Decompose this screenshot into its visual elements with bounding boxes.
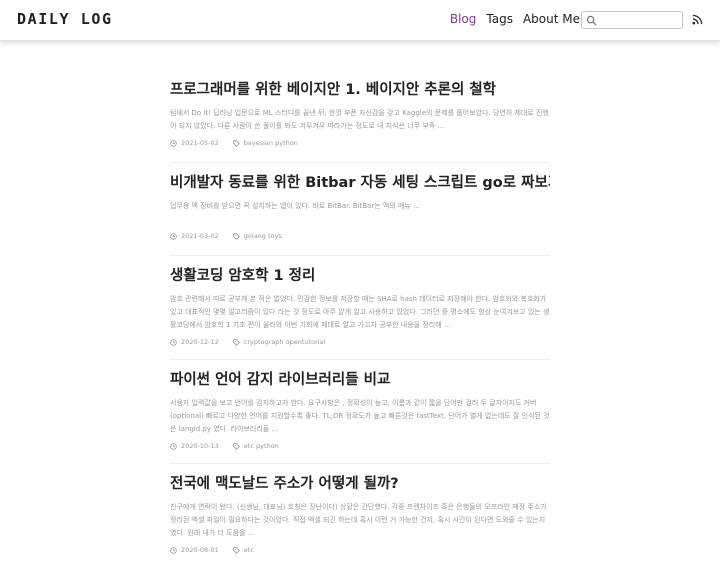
clock-icon [170, 232, 177, 240]
nav-about-me[interactable]: About Me [523, 12, 580, 26]
post-list: 프로그래머를 위한 베이지안 1. 베이지안 추론의 철학 텀에서 Do it!… [170, 70, 550, 584]
post-date: 2021-03-02 [181, 232, 219, 240]
rss-icon[interactable] [692, 14, 703, 25]
post-meta: 2020-08-01 etc [170, 546, 550, 554]
clock-icon [170, 442, 177, 450]
tag-icon [233, 338, 240, 346]
clock-icon [170, 338, 177, 346]
post-title[interactable]: 생활코딩 암호학 1 정리 [170, 266, 550, 286]
post-tags[interactable]: cryptograph opentutorial [244, 338, 326, 346]
post-summary: 서용자 입력값을 보고 언어를 감지하고자 한다. 요구사항은 , 정확성이 높… [170, 399, 550, 433]
post-summary: 업무용 맥 장비를 받으면 꼭 설치하는 앱이 있다. 바로 BitBar. B… [170, 202, 420, 210]
post-summary: 암호 관련해서 따로 공부해 본 적은 없었다. 민감한 정보를 저장할 때는 … [170, 295, 550, 329]
post-date: 2021-05-02 [181, 139, 219, 147]
post-title[interactable]: 프로그래머를 위한 베이지안 1. 베이지안 추론의 철학 [170, 80, 550, 100]
main-nav: Blog Tags About Me [450, 12, 580, 26]
search-box[interactable] [581, 11, 683, 29]
post-meta: 2020-10-13 etc python [170, 442, 550, 450]
post-item: 생활코딩 암호학 1 정리 암호 관련해서 따로 공부해 본 적은 없었다. 민… [170, 256, 550, 360]
post-date: 2020-10-13 [181, 442, 219, 450]
post-meta: 2021-05-02 bayesian python [170, 139, 550, 147]
post-tags[interactable]: etc python [244, 442, 279, 450]
nav-tags[interactable]: Tags [486, 12, 513, 26]
clock-icon [170, 546, 177, 554]
post-item: 비개발자 동료를 위한 Bitbar 자동 세팅 스크립트 go로 짜보기 업무… [170, 163, 550, 256]
search-input[interactable] [598, 13, 680, 27]
site-logo[interactable]: DAILY LOG [17, 10, 113, 28]
post-meta: 2021-03-02 golang toys [170, 232, 550, 240]
post-summary: 텀에서 Do it! 딥러닝 입문으로 ML 스터디를 끝낸 뒤, 한껏 부푼 … [170, 109, 549, 130]
post-title[interactable]: 파이썬 언어 감지 라이브러리들 비교 [170, 370, 550, 390]
tag-icon [233, 139, 240, 147]
clock-icon [170, 139, 177, 147]
post-tags[interactable]: etc [244, 546, 254, 554]
post-summary: 친구에게 연락이 왔다. (신생님, 대표님) 호칭은 장난이다) 상황은 간단… [170, 503, 547, 537]
post-tags[interactable]: golang toys [244, 232, 282, 240]
nav-blog[interactable]: Blog [450, 12, 477, 26]
post-item: 프로그래머를 위한 베이지안 1. 베이지안 추론의 철학 텀에서 Do it!… [170, 70, 550, 163]
post-date: 2020-08-01 [181, 546, 219, 554]
tag-icon [233, 546, 240, 554]
site-header: DAILY LOG Blog Tags About Me [0, 0, 720, 41]
post-tags[interactable]: bayesian python [244, 139, 298, 147]
tag-icon [233, 232, 240, 240]
post-meta: 2020-12-12 cryptograph opentutorial [170, 338, 550, 346]
tag-icon [233, 442, 240, 450]
post-item: 전국에 맥도날드 주소가 어떻게 될까? 친구에게 연락이 왔다. (신생님, … [170, 464, 550, 584]
search-icon [586, 15, 597, 26]
post-date: 2020-12-12 [181, 338, 219, 346]
post-title[interactable]: 비개발자 동료를 위한 Bitbar 자동 세팅 스크립트 go로 짜보기 [170, 173, 550, 193]
post-item: 파이썬 언어 감지 라이브러리들 비교 서용자 입력값을 보고 언어를 감지하고… [170, 360, 550, 464]
post-title[interactable]: 전국에 맥도날드 주소가 어떻게 될까? [170, 474, 550, 494]
